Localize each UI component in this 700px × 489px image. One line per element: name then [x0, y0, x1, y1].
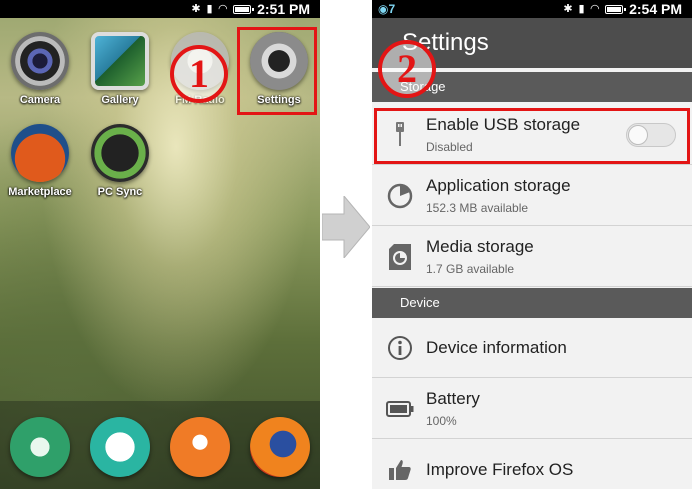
firefox-icon[interactable]: [250, 417, 310, 477]
section-device: Device: [372, 288, 692, 318]
status-time: 2:51 PM: [257, 1, 310, 17]
contacts-icon[interactable]: [170, 417, 230, 477]
dock: [0, 401, 320, 489]
row-title: Improve Firefox OS: [426, 460, 574, 479]
row-title: Application storage: [426, 176, 571, 195]
marketplace-icon: [11, 124, 69, 182]
app-gallery[interactable]: Gallery: [84, 32, 156, 106]
camera-icon: [11, 32, 69, 90]
app-marketplace[interactable]: Marketplace: [4, 124, 76, 198]
app-label: PC Sync: [97, 186, 143, 198]
home-screen: ✱ ▮ ◠ 2:51 PM Camera Gallery FM Radio Se…: [0, 0, 320, 489]
row-battery[interactable]: Battery 100%: [372, 379, 692, 439]
step-number-badge: 1: [170, 45, 228, 103]
row-media-storage[interactable]: Media storage 1.7 GB available: [372, 227, 692, 287]
next-step-arrow-icon: [322, 196, 370, 258]
row-application-storage[interactable]: Application storage 152.3 MB available: [372, 166, 692, 226]
wifi-icon: ◠: [590, 3, 600, 15]
battery-icon: [233, 4, 255, 14]
row-title: Battery: [426, 389, 480, 408]
gallery-icon: [91, 32, 149, 90]
wifi-icon: ◠: [218, 3, 228, 15]
row-improve-firefox-os[interactable]: Improve Firefox OS: [372, 440, 692, 489]
bluetooth-icon: ✱: [191, 3, 201, 15]
status-bar: ◉7 ✱ ▮ ◠ 2:54 PM: [372, 0, 692, 18]
messages-icon[interactable]: [90, 417, 150, 477]
settings-screen: ◉7 ✱ ▮ ◠ 2:54 PM Settings Storage Enable…: [372, 0, 692, 489]
row-title: Media storage: [426, 237, 534, 256]
sd-card-icon: [386, 243, 414, 271]
row-subtitle: 100%: [426, 414, 457, 428]
bluetooth-icon: ✱: [563, 3, 573, 15]
thumbs-up-icon: [386, 456, 414, 484]
notification-count: 7: [388, 2, 396, 16]
phone-icon[interactable]: [10, 417, 70, 477]
status-bar: ✱ ▮ ◠ 2:51 PM: [0, 0, 320, 18]
battery-icon: [386, 395, 414, 423]
sim-icon: ▮: [206, 3, 213, 15]
usb-icon: [91, 124, 149, 182]
app-camera[interactable]: Camera: [4, 32, 76, 106]
row-subtitle: 152.3 MB available: [426, 201, 529, 215]
row-title: Device information: [426, 338, 567, 357]
app-label: Marketplace: [8, 186, 72, 198]
pie-chart-icon: [386, 182, 414, 210]
usb-storage-highlight-box: [374, 108, 690, 164]
sim-icon: ▮: [578, 3, 585, 15]
status-time: 2:54 PM: [629, 1, 682, 17]
notification-indicator: ◉7: [378, 2, 396, 16]
row-device-information[interactable]: Device information: [372, 318, 692, 378]
info-icon: [386, 334, 414, 362]
app-pc-sync[interactable]: PC Sync: [84, 124, 156, 198]
step-number-badge: 2: [378, 40, 436, 98]
battery-icon: [605, 4, 627, 14]
row-subtitle: 1.7 GB available: [426, 262, 515, 276]
settings-highlight-box: [237, 27, 317, 115]
app-label: Camera: [19, 94, 61, 106]
app-label: Gallery: [101, 94, 139, 106]
